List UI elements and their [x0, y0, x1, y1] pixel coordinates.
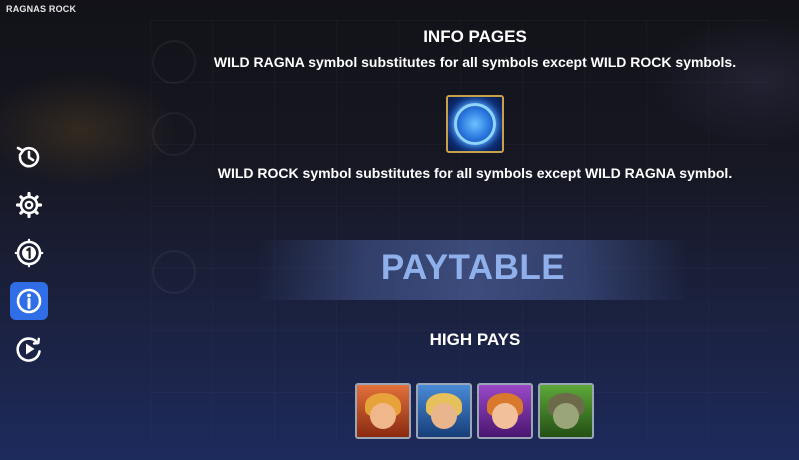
autoplay-button[interactable]: [10, 330, 48, 368]
symbol-face: [553, 403, 579, 429]
game-title: RAGNAS ROCK: [6, 4, 77, 14]
history-button[interactable]: [10, 138, 48, 176]
background-decoration: [152, 250, 196, 294]
wild-rock-emblem: [454, 103, 496, 145]
symbol-face: [431, 403, 457, 429]
red-dwarf-symbol-icon: [355, 383, 411, 439]
symbol-face: [492, 403, 518, 429]
info-button[interactable]: [10, 282, 48, 320]
valkyrie-symbol-icon: [477, 383, 533, 439]
history-icon: [16, 146, 40, 168]
wild-rock-description: WILD ROCK symbol substitutes for all sym…: [217, 165, 733, 181]
bet-button[interactable]: [10, 234, 48, 272]
green-troll-symbol-icon: [538, 383, 594, 439]
wild-rock-symbol-icon: [446, 95, 504, 153]
autoplay-icon: [16, 337, 41, 362]
gear-icon: [15, 191, 43, 219]
background-decoration: [152, 112, 196, 156]
info-icon: [16, 288, 42, 314]
blonde-warrior-symbol-icon: [416, 383, 472, 439]
wild-ragna-description: WILD RAGNA symbol substitutes for all sy…: [213, 54, 737, 70]
bet-one-icon: [14, 238, 44, 268]
info-pages-title: INFO PAGES: [423, 27, 527, 46]
settings-button[interactable]: [10, 186, 48, 224]
symbol-face: [370, 403, 396, 429]
high-pays-label: HIGH PAYS: [429, 330, 521, 349]
paytable-title: PAYTABLE: [380, 248, 566, 287]
background-reel-grid: [150, 20, 770, 440]
